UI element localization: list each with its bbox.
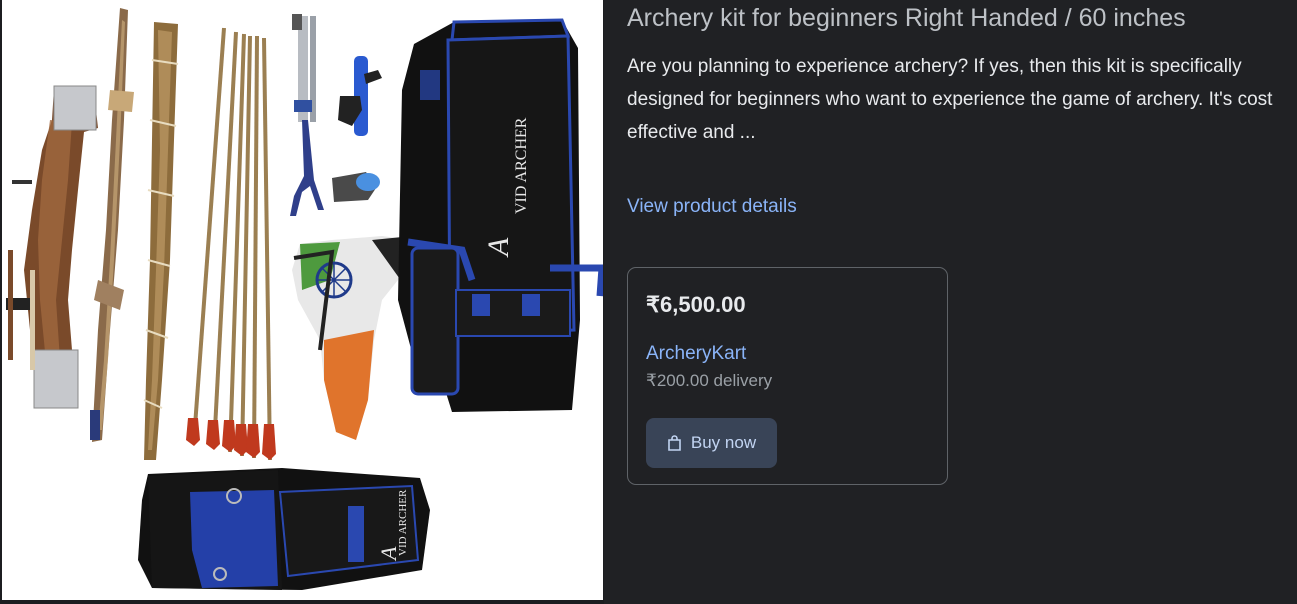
product-description: Are you planning to experience archery? … <box>627 56 1273 143</box>
bow-stand <box>290 14 324 216</box>
offer-price: ₹6,500.00 <box>646 292 746 317</box>
shopping-bag-icon <box>668 435 681 451</box>
product-title: Archery kit for beginners Right Handed /… <box>627 4 1186 32</box>
bow-limb <box>90 8 134 442</box>
buy-now-label: Buy now <box>690 433 757 452</box>
bow-limb-wrapped <box>143 22 179 460</box>
quiver-brand-text: VID ARCHER <box>397 489 409 556</box>
finger-tab <box>332 172 380 202</box>
quiver-brand-initial: A <box>376 546 401 562</box>
quiver: VID ARCHER A <box>138 468 430 590</box>
arrows <box>192 27 272 461</box>
seller-link[interactable]: ArcheryKart <box>646 342 746 366</box>
bow-riser <box>6 85 98 409</box>
buy-now-button[interactable]: Buy now <box>646 418 777 468</box>
product-image-frame: VID ARCHER A VID ARCHER A <box>0 0 604 604</box>
backpack-brand-initial: A <box>482 237 515 258</box>
product-image[interactable]: VID ARCHER A VID ARCHER A <box>2 0 603 600</box>
view-product-details-link[interactable]: View product details <box>627 194 797 220</box>
offer-card: ₹6,500.00 ArcheryKart ₹200.00 delivery B… <box>627 267 948 485</box>
backpack: VID ARCHER A <box>398 18 603 412</box>
shopping-result-panel: VID ARCHER A VID ARCHER A Archery kit fo… <box>0 0 1297 604</box>
delivery-cost: ₹200.00 delivery <box>646 371 773 390</box>
archery-kit-photo: VID ARCHER A VID ARCHER A <box>6 8 603 590</box>
backpack-brand-text: VID ARCHER <box>513 117 530 214</box>
arrow-rest <box>338 56 382 136</box>
arrow-fletchings <box>186 418 276 460</box>
